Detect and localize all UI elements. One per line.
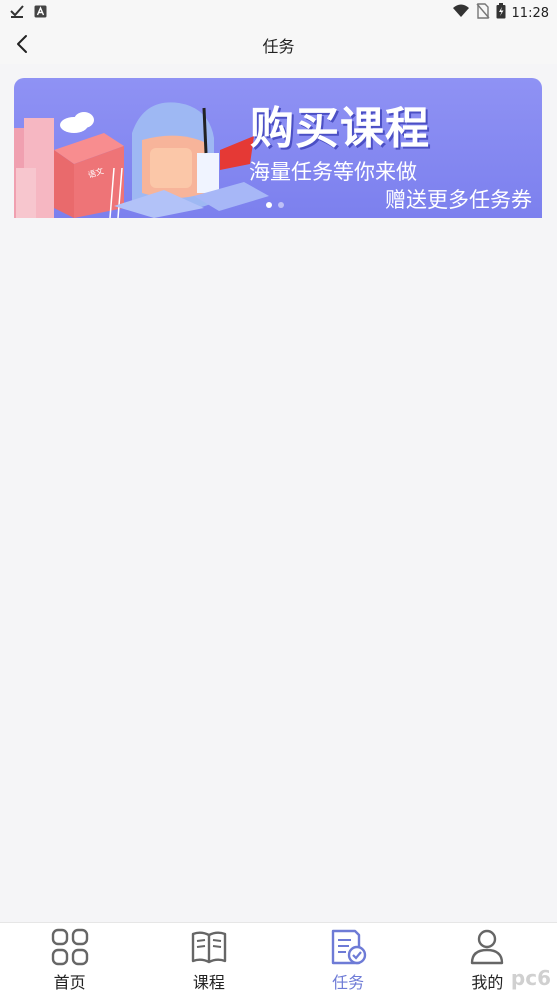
- wifi-icon: [452, 4, 470, 22]
- banner-title: 购买课程: [250, 103, 430, 154]
- tab-task-label: 任务: [332, 973, 365, 992]
- bottom-tab-bar: 首页 课程 任务 我的 pc6: [0, 922, 557, 996]
- watermark-logo: pc6: [510, 966, 551, 990]
- tab-course-label: 课程: [192, 973, 225, 992]
- status-left-icons: [10, 4, 47, 22]
- carousel-dot-1[interactable]: [266, 202, 272, 208]
- no-sim-icon: [475, 3, 490, 23]
- profile-icon: [468, 928, 506, 966]
- a-notification-icon: [34, 5, 47, 22]
- home-grid-icon: [51, 928, 89, 966]
- check-download-icon: [10, 4, 24, 22]
- status-right-icons: 11:28: [452, 3, 549, 23]
- banner-subtitle-1: 海量任务等你来做: [249, 160, 417, 184]
- tab-home-label: 首页: [53, 973, 86, 992]
- status-time: 11:28: [511, 5, 549, 21]
- book-icon: [190, 928, 228, 966]
- tab-course[interactable]: 课程: [139, 923, 278, 996]
- status-bar: 11:28: [0, 0, 557, 24]
- banner-subtitle-2: 赠送更多任务券: [385, 188, 532, 212]
- navigation-bar: 任务: [0, 24, 557, 64]
- carousel-dot-2[interactable]: [278, 202, 284, 208]
- page-title: 任务: [262, 37, 295, 56]
- battery-charging-icon: [496, 3, 506, 23]
- tab-task[interactable]: 任务: [279, 923, 418, 996]
- tab-mine-label: 我的: [471, 973, 504, 992]
- promo-banner[interactable]: 语文 购买课程 海量任务等你来做 赠送更多任务券: [14, 78, 542, 218]
- tab-home[interactable]: 首页: [0, 923, 139, 996]
- carousel-dots: [266, 202, 284, 208]
- task-list-icon: [329, 928, 367, 966]
